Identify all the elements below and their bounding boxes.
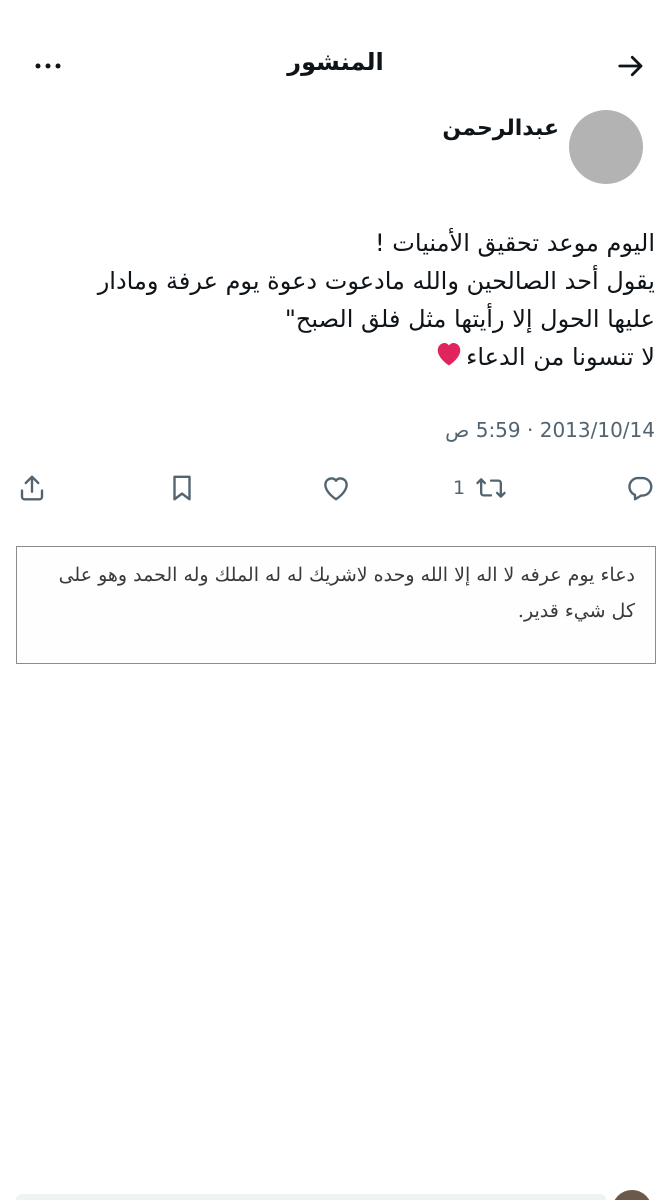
author-name[interactable]: عبدالرحمن: [442, 116, 559, 141]
like-button[interactable]: [316, 466, 356, 510]
post-timestamp[interactable]: 2013/10/14 · 5:59 ص: [445, 418, 655, 442]
tweet-line: عليها الحول إلا رأيتها مثل فلق الصبح": [284, 305, 655, 333]
tweet-line: اليوم موعد تحقيق الأمنيات !: [375, 229, 655, 257]
reply-icon: [628, 476, 653, 501]
image-text: دعاء يوم عرفه لا اله إلا الله وحده لاشري…: [25, 557, 635, 629]
post-time: 5:59 ص: [445, 418, 521, 442]
image-text-line: دعاء يوم عرفه لا اله إلا الله وحده لاشري…: [58, 564, 635, 586]
image-text-line: كل شيء قدير.: [517, 600, 635, 622]
retweet-icon: [476, 478, 506, 498]
tweet-text: اليوم موعد تحقيق الأمنيات ! يقول أحد الص…: [15, 224, 655, 378]
post-date: 2013/10/14: [539, 418, 655, 442]
heart-emoji: [434, 339, 464, 378]
page-title: المنشور: [287, 48, 384, 76]
tweet-line-last: لا تنسونا من الدعاء: [15, 338, 655, 378]
avatar[interactable]: [569, 110, 643, 184]
retweet-button[interactable]: 1: [440, 466, 520, 510]
header: المنشور: [0, 0, 671, 130]
post-image[interactable]: دعاء يوم عرفه لا اله إلا الله وحده لاشري…: [16, 546, 656, 664]
post-page: المنشور عبدالرحمن اليوم موعد تحقيق الأمن…: [0, 0, 671, 1200]
bookmark-button[interactable]: [162, 466, 202, 510]
composer-avatar: [612, 1190, 652, 1200]
retweet-count: 1: [452, 477, 466, 499]
tweet-line-text: لا تنسونا من الدعاء: [466, 343, 655, 371]
more-horizontal-icon: [35, 63, 61, 69]
reply-composer-bar[interactable]: [16, 1194, 606, 1200]
meta-separator: ·: [527, 418, 534, 442]
reply-button[interactable]: [620, 466, 660, 510]
share-icon: [20, 475, 44, 501]
tweet-line: يقول أحد الصالحين والله مادعوت دعوة يوم …: [97, 267, 655, 295]
action-bar: 1: [0, 466, 671, 510]
bookmark-icon: [173, 475, 191, 501]
share-button[interactable]: [12, 466, 52, 510]
heart-outline-icon: [324, 477, 348, 501]
more-button[interactable]: [28, 46, 68, 86]
